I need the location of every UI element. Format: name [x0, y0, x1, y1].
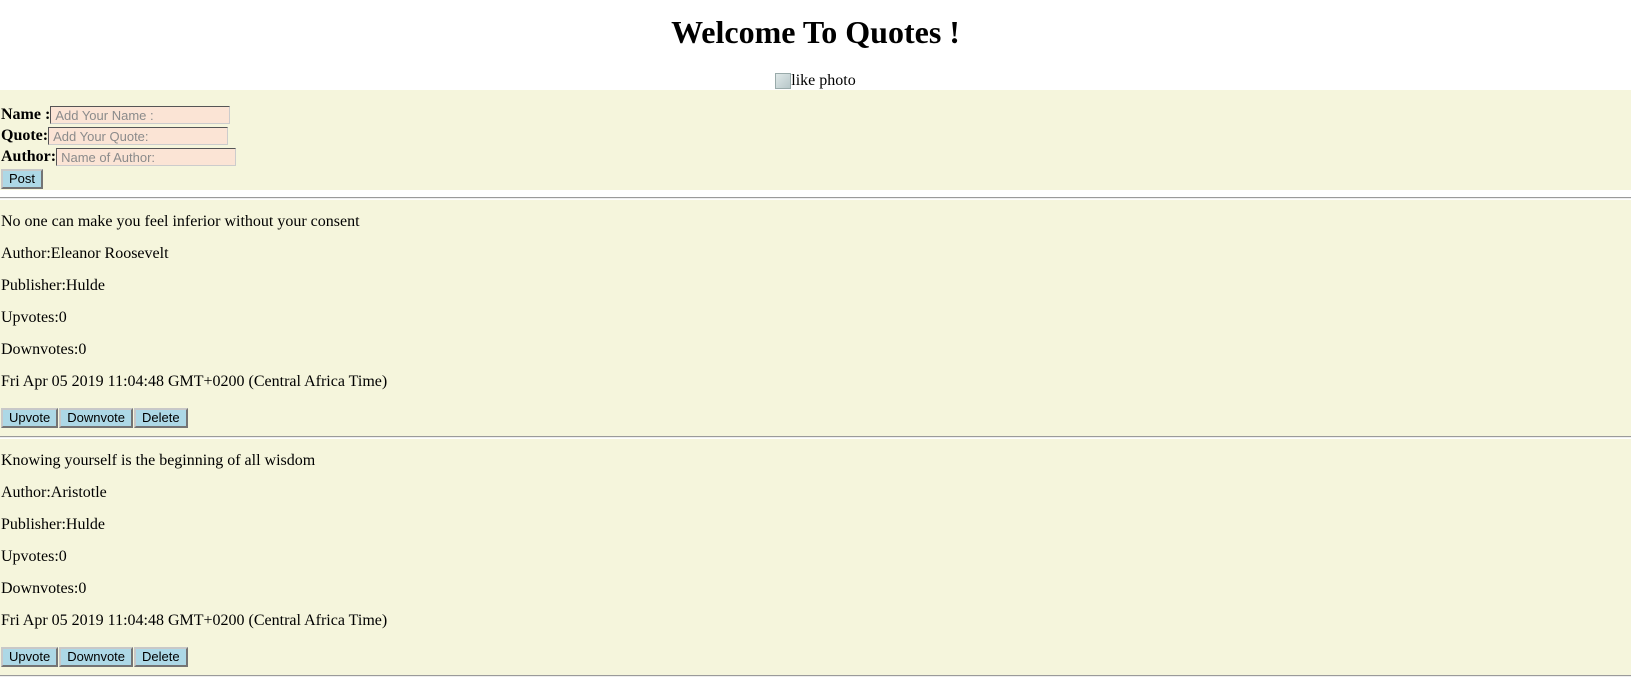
divider: [0, 675, 1631, 677]
quote-date: Fri Apr 05 2019 11:04:48 GMT+0200 (Centr…: [1, 373, 388, 390]
quote-date: Fri Apr 05 2019 11:04:48 GMT+0200 (Centr…: [1, 612, 388, 629]
quote-actions: Upvote Downvote Delete: [1, 647, 188, 667]
author-row: Author:: [1, 147, 237, 167]
downvote-button[interactable]: Downvote: [59, 408, 134, 428]
downvote-button[interactable]: Downvote: [59, 647, 134, 667]
quote-text: Knowing yourself is the beginning of all…: [1, 452, 316, 469]
name-input[interactable]: [50, 106, 231, 124]
quote-upvotes: Upvotes:0: [1, 548, 67, 565]
quote-actions: Upvote Downvote Delete: [1, 408, 188, 428]
post-button[interactable]: Post: [1, 169, 44, 189]
quote-label: Quote:: [1, 127, 49, 144]
author-label: Author:: [1, 148, 57, 165]
quote-card: Knowing yourself is the beginning of all…: [0, 439, 1631, 675]
quote-publisher: Publisher:Hulde: [1, 516, 105, 533]
name-label: Name :: [1, 106, 51, 123]
page-title: Welcome To Quotes !: [671, 14, 960, 50]
quote-author: Author:Eleanor Roosevelt: [1, 245, 169, 262]
upvote-button[interactable]: Upvote: [1, 647, 59, 667]
quote-text: No one can make you feel inferior withou…: [1, 213, 360, 230]
quote-downvotes: Downvotes:0: [1, 580, 87, 597]
upvote-button[interactable]: Upvote: [1, 408, 59, 428]
quote-upvotes: Upvotes:0: [1, 309, 67, 326]
quote-downvotes: Downvotes:0: [1, 341, 87, 358]
delete-button[interactable]: Delete: [134, 647, 188, 667]
delete-button[interactable]: Delete: [134, 408, 188, 428]
quote-row: Quote:: [1, 126, 229, 146]
name-row: Name :: [1, 105, 231, 125]
quote-card: No one can make you feel inferior withou…: [0, 200, 1631, 436]
divider: [0, 436, 1631, 438]
author-input[interactable]: [56, 148, 237, 166]
page: Welcome To Quotes ! like photo Name : Qu…: [0, 0, 1631, 681]
like-photo: like photo: [0, 71, 1631, 91]
quote-publisher: Publisher:Hulde: [1, 277, 105, 294]
quote-form: Name : Quote: Author: Post: [0, 90, 1631, 190]
like-photo-alt-text: like photo: [791, 72, 856, 89]
quote-input[interactable]: [48, 127, 229, 145]
broken-image-icon: [775, 73, 792, 89]
quote-author: Author:Aristotle: [1, 484, 107, 501]
divider: [0, 197, 1631, 199]
